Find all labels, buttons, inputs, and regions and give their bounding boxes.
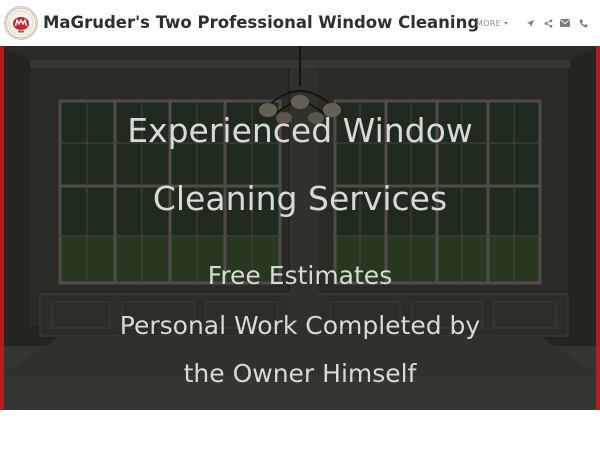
hero-headline-line2: Cleaning Services <box>152 179 448 218</box>
hero-subtext-line3: the Owner Himself <box>183 359 417 388</box>
more-menu-button[interactable]: MORE <box>476 18 509 28</box>
hero-banner: Experienced Window Cleaning Services Fre… <box>0 46 600 410</box>
hero-subtext-line1: Free Estimates <box>207 261 393 290</box>
more-menu-label: MORE <box>476 18 502 28</box>
site-logo[interactable] <box>4 6 38 40</box>
window-cleaning-logo-icon <box>5 7 37 39</box>
envelope-icon[interactable] <box>559 17 571 29</box>
caret-down-icon <box>504 21 509 25</box>
hero-background-image <box>0 46 600 410</box>
top-nav: MORE <box>476 14 509 32</box>
phone-icon[interactable] <box>577 17 589 29</box>
site-title[interactable]: MaGruder's Two Professional Window Clean… <box>43 10 479 36</box>
page-footer-space <box>0 410 600 450</box>
hero-headline-line1: Experienced Window <box>127 111 473 150</box>
hero-accent-left <box>0 46 4 410</box>
location-arrow-icon[interactable] <box>524 17 536 29</box>
hero-accent-right <box>596 46 600 410</box>
site-header: MaGruder's Two Professional Window Clean… <box>0 0 600 46</box>
share-icon[interactable] <box>542 17 554 29</box>
hero-subtext-line2: Personal Work Completed by <box>119 311 481 340</box>
